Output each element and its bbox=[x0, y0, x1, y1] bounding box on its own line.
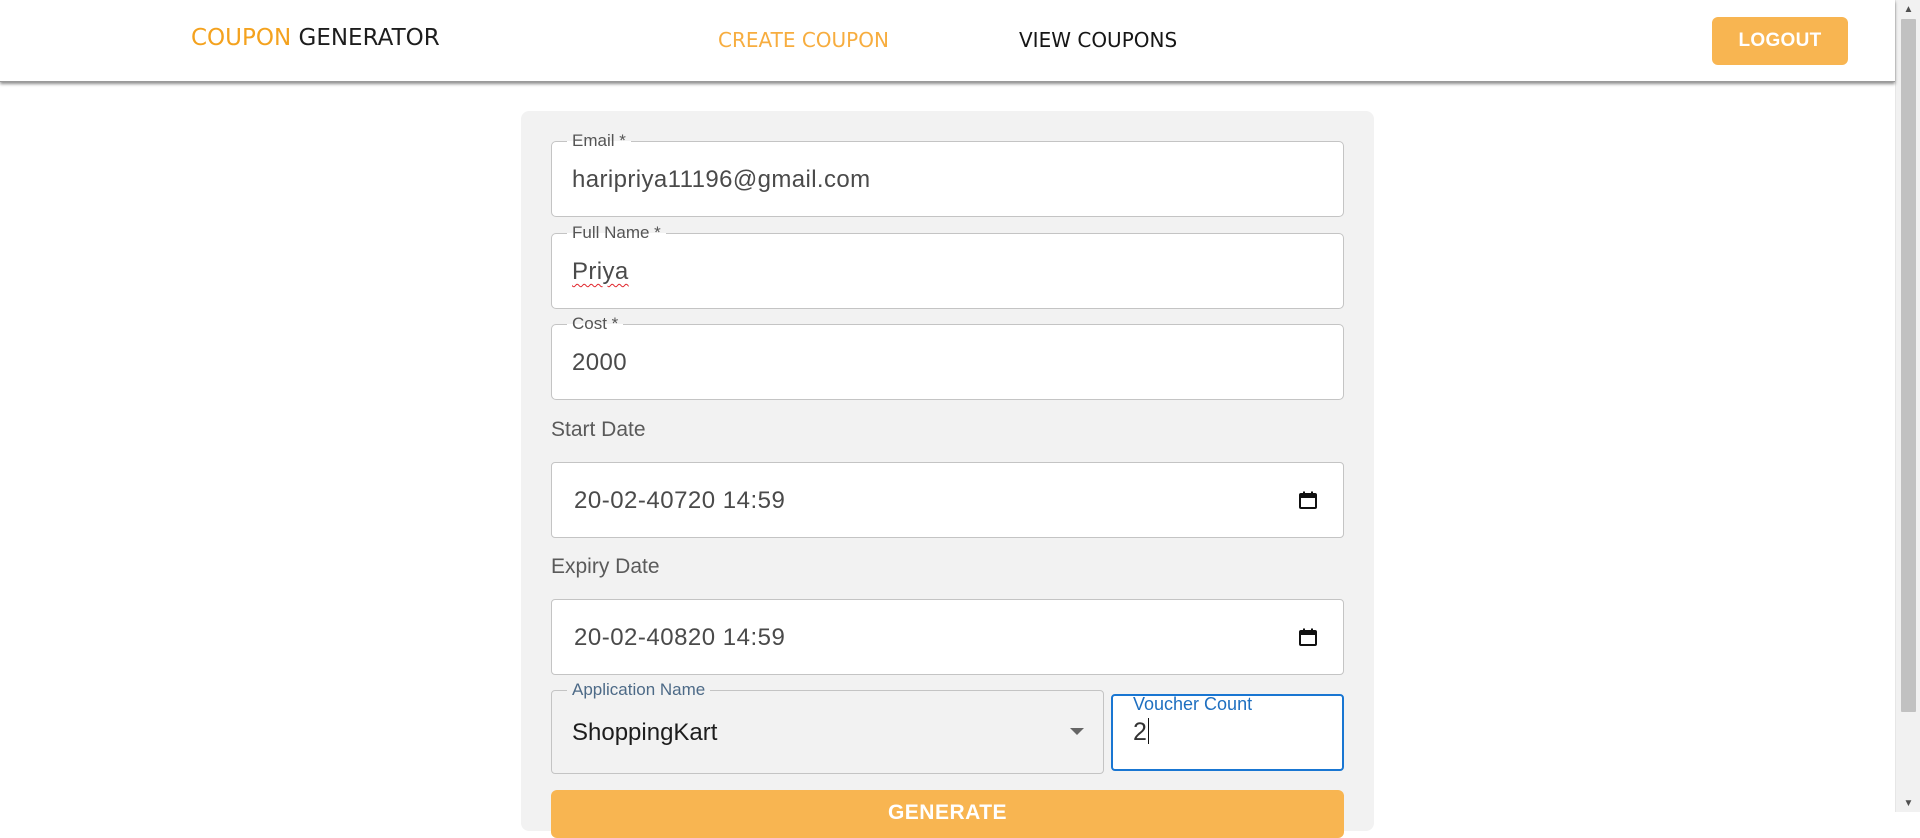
full-name-value: Priya bbox=[572, 258, 629, 285]
voucher-count-label: Voucher Count bbox=[1133, 694, 1253, 714]
expiry-date-label: Expiry Date bbox=[551, 555, 660, 578]
brand-logo: COUPON GENERATOR bbox=[191, 25, 440, 51]
top-navbar: COUPON GENERATOR CREATE COUPON VIEW COUP… bbox=[0, 0, 1895, 82]
start-date-label: Start Date bbox=[551, 418, 646, 441]
scrollbar-thumb[interactable] bbox=[1901, 19, 1916, 712]
cost-field[interactable]: Cost * 2000 bbox=[551, 313, 1344, 400]
full-name-label: Full Name * bbox=[567, 222, 666, 244]
text-caret bbox=[1147, 718, 1149, 744]
email-label: Email * bbox=[567, 130, 631, 152]
logout-button[interactable]: LOGOUT bbox=[1712, 17, 1848, 65]
calendar-icon[interactable] bbox=[1298, 627, 1318, 647]
nav-view-coupons[interactable]: VIEW COUPONS bbox=[1019, 28, 1177, 52]
voucher-count-value: 2 bbox=[1133, 718, 1147, 746]
nav-create-coupon[interactable]: CREATE COUPON bbox=[718, 28, 889, 52]
application-name-select[interactable]: Application Name ShoppingKart bbox=[551, 679, 1104, 774]
scroll-down-arrow-icon[interactable]: ▼ bbox=[1896, 794, 1920, 812]
brand-accent-text: COUPON bbox=[191, 25, 292, 51]
start-date-input[interactable]: 20-02-40720 14:59 bbox=[551, 462, 1344, 538]
email-value: haripriya11196@gmail.com bbox=[572, 166, 871, 193]
generate-button[interactable]: GENERATE bbox=[551, 790, 1344, 838]
application-name-value: ShoppingKart bbox=[572, 719, 718, 746]
start-date-value: 20-02-40720 14:59 bbox=[574, 487, 786, 514]
application-name-label: Application Name bbox=[567, 679, 711, 701]
voucher-count-input[interactable]: Voucher Count 2 bbox=[1111, 694, 1344, 771]
full-name-field[interactable]: Full Name * Priya bbox=[551, 222, 1344, 309]
cost-value: 2000 bbox=[572, 349, 627, 376]
calendar-icon[interactable] bbox=[1298, 490, 1318, 510]
chevron-down-icon[interactable] bbox=[1070, 728, 1084, 735]
brand-rest-text: GENERATOR bbox=[291, 25, 440, 51]
expiry-date-value: 20-02-40820 14:59 bbox=[574, 624, 786, 651]
email-field[interactable]: Email * haripriya11196@gmail.com bbox=[551, 130, 1344, 217]
expiry-date-input[interactable]: 20-02-40820 14:59 bbox=[551, 599, 1344, 675]
voucher-count-value-wrap: 2 bbox=[1133, 718, 1149, 747]
vertical-scrollbar[interactable]: ▲ ▼ bbox=[1895, 0, 1920, 812]
cost-label: Cost * bbox=[567, 313, 624, 335]
scroll-up-arrow-icon[interactable]: ▲ bbox=[1896, 0, 1920, 18]
